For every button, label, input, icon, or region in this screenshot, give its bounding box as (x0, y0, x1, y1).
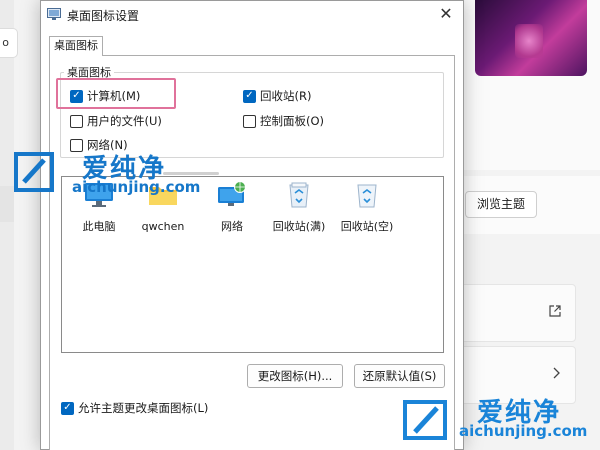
icon-label: 回收站(满) (272, 220, 326, 233)
restore-default-button[interactable]: 还原默认值(S) (354, 364, 445, 388)
icon-item-recycle-empty[interactable]: 回收站(空) (332, 181, 402, 234)
checkbox-box[interactable] (70, 114, 83, 128)
watermark-overlay: 爱纯净 aichunjing.com (12, 146, 200, 204)
theme-preview-card (444, 0, 600, 170)
icon-label: 网络 (221, 220, 243, 233)
icon-label: qwchen (141, 220, 185, 233)
watermark-logo-icon (401, 398, 449, 442)
recycle-bin-full-icon (264, 181, 334, 212)
highlight-annotation (56, 78, 176, 109)
watermark-url: aichunjing.com (72, 178, 201, 196)
watermark-logo-icon (12, 150, 56, 194)
checkbox-label: 允许主题更改桌面图标(L) (78, 401, 209, 415)
change-icon-button[interactable]: 更改图标(H)... (247, 364, 343, 388)
external-link-icon (549, 305, 561, 321)
checkbox-box[interactable] (243, 89, 256, 103)
watermark-corner: 爱纯净 aichunjing.com (393, 392, 600, 450)
icon-label: 此电脑 (82, 220, 116, 233)
checkbox-box[interactable] (61, 401, 74, 415)
browse-theme-button[interactable]: 浏览主题 (465, 191, 537, 218)
checkbox-box[interactable] (243, 114, 256, 128)
checkbox-label: 回收站(R) (260, 89, 312, 103)
network-icon (197, 181, 267, 212)
tab-desktop-icons[interactable]: 桌面图标 (49, 36, 103, 56)
dialog-title: 桌面图标设置 (67, 9, 140, 23)
icon-item-recycle-full[interactable]: 回收站(满) (264, 181, 334, 234)
icon-label: 回收站(空) (340, 220, 394, 233)
left-edge-button[interactable]: o (0, 28, 18, 58)
checkbox-allow-themes[interactable]: 允许主题更改桌面图标(L) (61, 400, 208, 416)
checkbox-recycle-bin[interactable]: 回收站(R) (243, 88, 311, 104)
chevron-right-icon (551, 367, 561, 383)
icon-item-network[interactable]: 网络 (197, 181, 267, 234)
close-button[interactable]: ✕ (433, 2, 459, 26)
watermark-url: aichunjing.com (459, 422, 588, 440)
left-panel-edge (0, 0, 14, 450)
recycle-bin-empty-icon (332, 181, 402, 212)
checkbox-control-panel[interactable]: 控制面板(O) (243, 113, 324, 129)
browse-theme-row: 浏览主题 (444, 176, 600, 234)
checkbox-label: 控制面板(O) (260, 114, 325, 128)
settings-right-pane: 浏览主题 (444, 0, 600, 450)
desktop-settings-icon (47, 8, 61, 21)
wallpaper-highlight (515, 24, 543, 58)
dialog-titlebar[interactable]: 桌面图标设置 ✕ (41, 1, 463, 29)
checkbox-user-files[interactable]: 用户的文件(U) (70, 113, 162, 129)
checkbox-label: 用户的文件(U) (87, 114, 162, 128)
